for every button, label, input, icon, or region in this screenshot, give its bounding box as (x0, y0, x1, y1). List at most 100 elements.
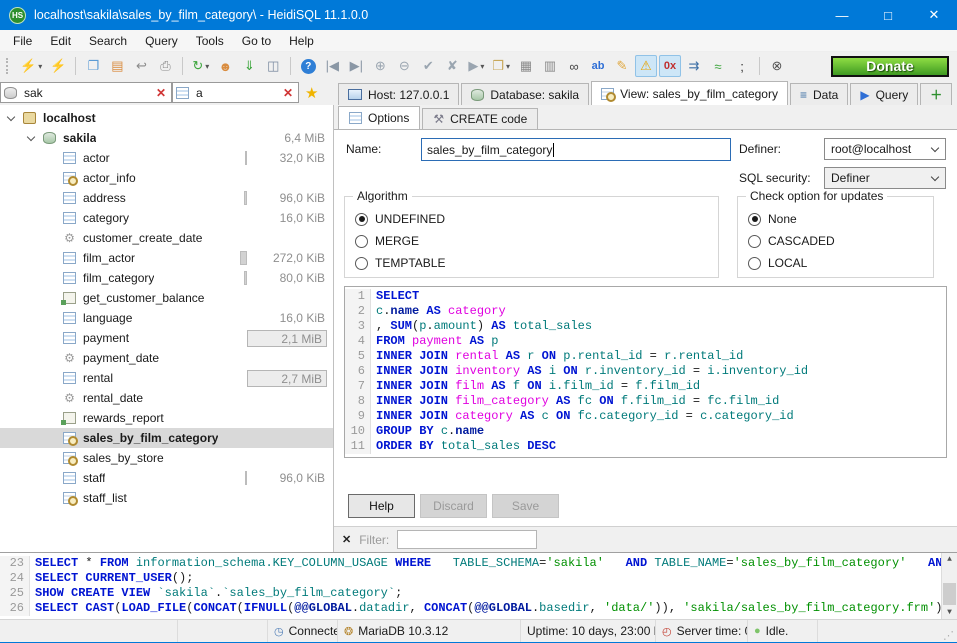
tab-view[interactable]: View: sales_by_film_category (591, 81, 788, 105)
tree-item-sales_by_film_category[interactable]: sales_by_film_category (0, 428, 333, 448)
insert-row-icon[interactable]: ⊕ (369, 55, 391, 77)
scroll-up-icon[interactable]: ▲ (942, 555, 957, 564)
print-icon[interactable]: ⎙ (154, 55, 176, 77)
tree-item-category[interactable]: category16,0 KiB (0, 208, 333, 228)
tab-database[interactable]: Database: sakila (461, 83, 589, 105)
tab-query[interactable]: ▶Query (850, 83, 918, 105)
scrollbar-thumb[interactable] (943, 583, 956, 605)
save-sql-icon[interactable]: ▦ (515, 55, 537, 77)
user-manager-icon[interactable]: ☻ (214, 55, 236, 77)
copy-icon[interactable]: ❐ (82, 55, 104, 77)
expand-chevron-icon[interactable] (27, 132, 35, 140)
radio-none[interactable]: None (748, 211, 797, 227)
tree-item-rewards_report[interactable]: rewards_report (0, 408, 333, 428)
load-sql-file-icon[interactable]: ❒▾ (489, 55, 513, 77)
close-button[interactable]: ✕ (911, 0, 957, 30)
tab-host[interactable]: Host: 127.0.0.1 (338, 83, 459, 105)
minimize-button[interactable]: — (819, 0, 865, 30)
go-first-icon[interactable]: |◀ (321, 55, 343, 77)
reformat-sql-icon[interactable]: ≈ (707, 55, 729, 77)
tree-item-sakila[interactable]: sakila6,4 MiB (0, 128, 333, 148)
tree-item-language[interactable]: language16,0 KiB (0, 308, 333, 328)
go-last-icon[interactable]: ▶| (345, 55, 367, 77)
replace-text-icon[interactable]: ab (587, 55, 609, 77)
save-button[interactable]: Save (492, 494, 559, 518)
database-snapshot-icon[interactable]: ◫ (262, 55, 284, 77)
tree-item-address[interactable]: address96,0 KiB (0, 188, 333, 208)
export-database-icon[interactable]: ⇓ (238, 55, 260, 77)
subtab-create-code[interactable]: ⚒CREATE code (422, 108, 538, 129)
discard-button[interactable]: Discard (420, 494, 487, 518)
save-sql-as-icon[interactable]: ▥ (539, 55, 561, 77)
warnings-toggle-icon[interactable]: ⚠ (635, 55, 657, 77)
tree-item-sales_by_store[interactable]: sales_by_store (0, 448, 333, 468)
help-button[interactable]: Help (348, 494, 415, 518)
radio-temptable[interactable]: TEMPTABLE (355, 255, 445, 271)
view-select-code-editor[interactable]: 1SELECT2c.name AS category3, SUM(p.amoun… (344, 286, 947, 458)
tree-item-payment[interactable]: payment2,1 MiB (0, 328, 333, 348)
tree-item-customer_create_date[interactable]: ⚙customer_create_date (0, 228, 333, 248)
radio-cascaded[interactable]: CASCADED (748, 233, 835, 249)
hex-toggle-icon[interactable]: 0x (659, 55, 681, 77)
find-text-icon[interactable]: ∞ (563, 55, 585, 77)
menu-help[interactable]: Help (280, 32, 323, 50)
tree-item-localhost[interactable]: localhost (0, 108, 333, 128)
tree-item-film_category[interactable]: film_category80,0 KiB (0, 268, 333, 288)
radio-button-icon[interactable] (355, 235, 368, 248)
donate-button[interactable]: Donate (831, 56, 949, 77)
menu-search[interactable]: Search (80, 32, 136, 50)
tree-item-staff[interactable]: staff96,0 KiB (0, 468, 333, 488)
radio-merge[interactable]: MERGE (355, 233, 419, 249)
subtab-options[interactable]: Options (338, 106, 420, 129)
menu-file[interactable]: File (4, 32, 41, 50)
run-query-icon[interactable]: ▶▾ (465, 55, 487, 77)
sql-log-panel[interactable]: ▲ ▼ 23SELECT * FROM information_schema.K… (0, 552, 957, 619)
tree-item-actor_info[interactable]: actor_info (0, 168, 333, 188)
tree-item-get_customer_balance[interactable]: get_customer_balance (0, 288, 333, 308)
clear-database-filter-icon[interactable]: ✕ (154, 86, 168, 100)
sql-security-select[interactable]: Definer (824, 167, 946, 189)
stop-process-icon[interactable]: ⊗ (766, 55, 788, 77)
delete-row-icon[interactable]: ⊖ (393, 55, 415, 77)
tree-item-rental[interactable]: rental2,7 MiB (0, 368, 333, 388)
cancel-editing-icon[interactable]: ✘ (441, 55, 463, 77)
paste-icon[interactable]: ▤ (106, 55, 128, 77)
menu-go-to[interactable]: Go to (233, 32, 280, 50)
tab-data[interactable]: ≡Data (790, 83, 848, 105)
radio-button-icon[interactable] (748, 257, 761, 270)
definer-select[interactable]: root@localhost (824, 138, 946, 160)
tree-item-actor[interactable]: actor32,0 KiB (0, 148, 333, 168)
scroll-down-icon[interactable]: ▼ (942, 608, 957, 617)
tree-item-staff_list[interactable]: staff_list (0, 488, 333, 508)
menu-tools[interactable]: Tools (187, 32, 233, 50)
disconnect-icon[interactable]: ⚡ (47, 55, 69, 77)
favorites-star-icon[interactable]: ★ (299, 84, 324, 102)
undo-icon[interactable]: ↩ (130, 55, 152, 77)
tree-item-rental_date[interactable]: ⚙rental_date (0, 388, 333, 408)
tree-item-payment_date[interactable]: ⚙payment_date (0, 348, 333, 368)
post-changes-icon[interactable]: ✔ (417, 55, 439, 77)
close-filter-icon[interactable]: ✕ (334, 533, 359, 546)
resize-grip[interactable]: ⋰ (943, 629, 957, 642)
highlighter-icon[interactable]: ✎ (611, 55, 633, 77)
menu-query[interactable]: Query (136, 32, 187, 50)
indent-icon[interactable]: ⇉ (683, 55, 705, 77)
radio-button-icon[interactable] (748, 213, 761, 226)
radio-button-icon[interactable] (355, 257, 368, 270)
new-query-tab-button[interactable]: ＋ (920, 83, 952, 105)
session-manager-icon[interactable]: ⚡▾ (17, 55, 45, 77)
radio-local[interactable]: LOCAL (748, 255, 807, 271)
help-icon[interactable]: ? (297, 55, 319, 77)
radio-button-icon[interactable] (355, 213, 368, 226)
view-name-input[interactable]: sales_by_film_category (421, 138, 731, 161)
tree-item-film_actor[interactable]: film_actor272,0 KiB (0, 248, 333, 268)
filter-input[interactable] (397, 530, 537, 549)
database-filter-input[interactable]: sak ✕ (0, 82, 172, 103)
radio-button-icon[interactable] (748, 235, 761, 248)
refresh-icon[interactable]: ↻▾ (189, 55, 212, 77)
radio-undefined[interactable]: UNDEFINED (355, 211, 445, 227)
table-filter-input[interactable]: a ✕ (172, 82, 299, 103)
maximize-button[interactable]: □ (865, 0, 911, 30)
menu-edit[interactable]: Edit (41, 32, 80, 50)
semicolon-icon[interactable]: ; (731, 55, 753, 77)
